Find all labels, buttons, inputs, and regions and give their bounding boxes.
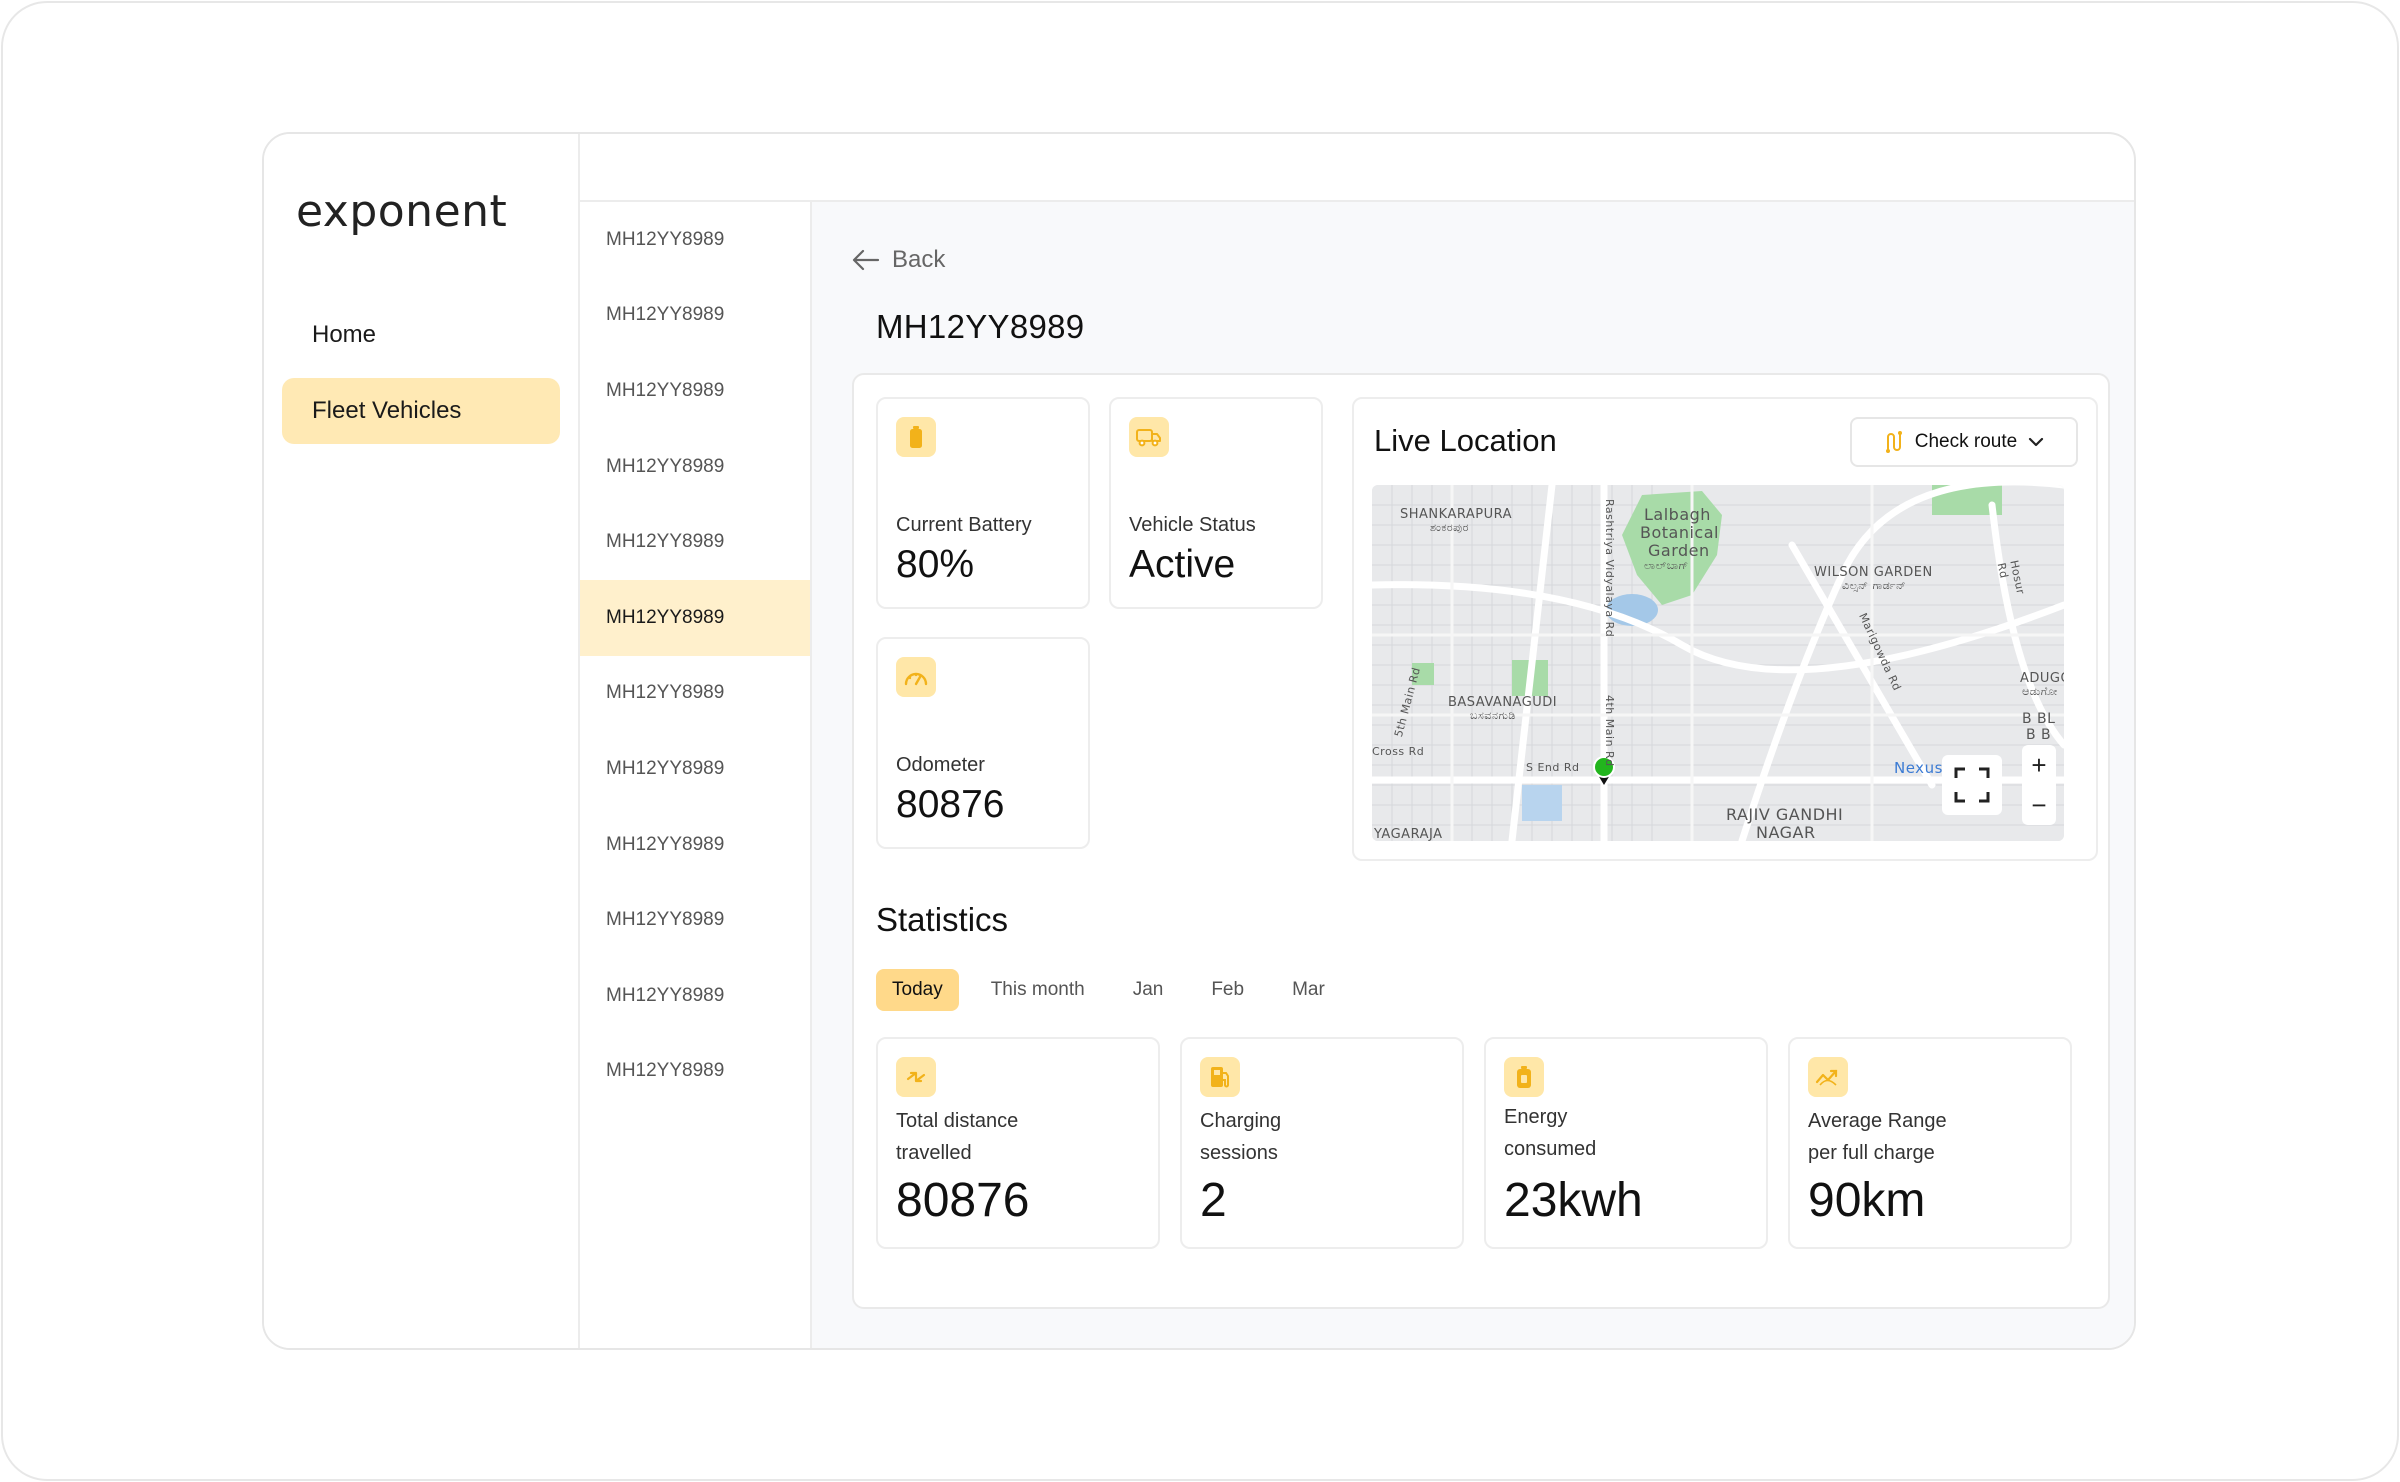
map-label: ವಿಲ್ಸನ್ ಗಾರ್ಡನ್ [1842, 579, 1907, 592]
speedometer-icon [896, 657, 936, 697]
map-label: B BL [2022, 711, 2056, 727]
stat-card-charging: Charging sessions 2 [1180, 1037, 1464, 1249]
map-label: ಬಸವನಗುಡಿ [1470, 709, 1516, 722]
card-label: Charging [1200, 1110, 1282, 1132]
road-label: S End Rd [1526, 761, 1580, 774]
map-label: NAGAR [1756, 823, 1816, 841]
tab-today[interactable]: Today [876, 969, 959, 1011]
card-value: 90km [1808, 1174, 1926, 1227]
map-label: B B [2026, 727, 2052, 743]
card-label: Odometer [896, 754, 985, 776]
vehicle-list-item-selected[interactable]: MH12YY8989 [580, 579, 810, 656]
page-title: MH12YY8989 [876, 308, 1085, 345]
map[interactable]: SHANKARAPURA ಶಂಕರಪುರ Lalbagh Botanical G… [1372, 485, 2064, 841]
vehicle-detail: Back MH12YY8989 Current Battery 80% Vehi… [812, 202, 2134, 1348]
fullscreen-button[interactable] [1942, 755, 2002, 815]
card-label: Energy [1504, 1106, 1568, 1128]
statistics-title: Statistics [876, 901, 1009, 938]
vehicle-list-item[interactable]: MH12YY8989 [580, 882, 810, 958]
stat-card-range: Average Range per full charge 90km [1788, 1037, 2072, 1249]
card-label: Total distance [896, 1110, 1019, 1132]
tab-mar[interactable]: Mar [1276, 969, 1341, 1011]
stat-card-energy: Energy consumed 23kwh [1484, 1037, 1768, 1249]
card-value: 80876 [896, 783, 1005, 826]
sidebar-item-label: Fleet Vehicles [312, 397, 462, 424]
live-location-title: Live Location [1374, 423, 1557, 458]
map-label: Nexus [1894, 759, 1943, 777]
truck-icon [1129, 417, 1169, 457]
card-label: Vehicle Status [1129, 514, 1256, 536]
fullscreen-icon [1954, 767, 1990, 803]
card-label: consumed [1504, 1138, 1597, 1160]
vehicle-list-item[interactable]: MH12YY8989 [580, 504, 810, 580]
vehicle-list-item[interactable]: MH12YY8989 [580, 278, 810, 354]
road-label: Cross Rd [1372, 745, 1425, 758]
map-label: RAJIV GANDHI [1726, 805, 1844, 824]
card-label: per full charge [1808, 1142, 1935, 1164]
fuel-station-icon [1200, 1057, 1240, 1097]
map-label: ಆಡುಗೋ [2022, 685, 2058, 698]
sidebar: exponent Home Fleet Vehicles [264, 134, 580, 1348]
logo: exponent [296, 186, 508, 237]
chevron-down-icon [2029, 437, 2044, 447]
vehicle-list-item[interactable]: MH12YY8989 [580, 1034, 810, 1110]
map-label: Garden [1648, 541, 1710, 560]
check-route-button[interactable]: Check route [1850, 417, 2078, 467]
vehicle-list-item[interactable]: MH12YY8989 [580, 429, 810, 505]
zoom-out-icon[interactable]: − [2031, 790, 2046, 821]
vehicle-list-item[interactable]: MH12YY8989 [580, 958, 810, 1034]
tab-jan[interactable]: Jan [1117, 969, 1180, 1011]
card-value: 2 [1200, 1174, 1227, 1227]
check-route-label: Check route [1914, 431, 2018, 452]
app-window: exponent Home Fleet Vehicles MH12YY8989 … [262, 132, 2136, 1350]
sidebar-item-fleet-vehicles[interactable]: Fleet Vehicles [282, 378, 560, 444]
card-label: Average Range [1808, 1110, 1947, 1132]
route-icon [1885, 431, 1902, 453]
road-label: Rashtriya Vidyalaya Rd [1603, 499, 1616, 638]
vehicle-panel: Current Battery 80% Vehicle Status Activ… [852, 373, 2110, 1309]
sidebar-item-label: Home [312, 321, 377, 348]
map-label: YAGARAJA [1374, 827, 1443, 841]
odometer-card: Odometer 80876 [876, 637, 1090, 849]
map-label: WILSON GARDEN [1814, 565, 1933, 580]
tab-feb[interactable]: Feb [1195, 969, 1260, 1011]
zoom-control: + − [2022, 745, 2056, 825]
map-label: SHANKARAPURA [1400, 507, 1512, 522]
card-label: Current Battery [896, 514, 1032, 536]
vehicle-list: MH12YY8989 MH12YY8989 MH12YY8989 MH12YY8… [580, 202, 812, 1348]
vehicle-list-item[interactable]: MH12YY8989 [580, 656, 810, 732]
card-label: sessions [1200, 1142, 1278, 1164]
card-value: 80% [896, 543, 975, 586]
map-label: ಶಂಕರಪುರ [1430, 521, 1469, 534]
card-value: 23kwh [1504, 1174, 1643, 1227]
battery-icon [896, 417, 936, 457]
route-arrows-icon [896, 1057, 936, 1097]
status-card: Vehicle Status Active [1109, 397, 1323, 609]
status-badge: Active [1129, 543, 1236, 586]
stat-card-distance: Total distance travelled 80876 [876, 1037, 1160, 1249]
trend-icon [1808, 1057, 1848, 1097]
vehicle-list-item[interactable]: MH12YY8989 [580, 731, 810, 807]
vehicle-list-item[interactable]: MH12YY8989 [580, 202, 810, 278]
live-location-card: Live Location Check route SHANKARAPURA ಶ… [1352, 397, 2098, 861]
back-label: Back [892, 246, 946, 273]
battery-icon [1504, 1057, 1544, 1097]
back-button[interactable]: Back [852, 246, 945, 274]
card-value: 80876 [896, 1174, 1030, 1227]
period-tabs: Today This month Jan Feb Mar [876, 969, 1341, 1011]
tab-this-month[interactable]: This month [975, 969, 1101, 1011]
map-label: ಲಾಲ್‌ಬಾಗ್ [1644, 559, 1689, 572]
map-label: ADUGO [2020, 671, 2064, 686]
road-label: 4th Main Rd [1603, 695, 1616, 767]
zoom-in-icon[interactable]: + [2031, 750, 2046, 781]
map-label: Botanical [1640, 523, 1719, 542]
card-label: travelled [896, 1142, 972, 1164]
arrow-left-icon [852, 249, 880, 271]
battery-card: Current Battery 80% [876, 397, 1090, 609]
vehicle-list-item[interactable]: MH12YY8989 [580, 353, 810, 429]
vehicle-list-item[interactable]: MH12YY8989 [580, 807, 810, 883]
map-label: BASAVANAGUDI [1448, 695, 1558, 710]
sidebar-item-home[interactable]: Home [282, 302, 560, 368]
map-label: Lalbagh [1644, 505, 1711, 524]
